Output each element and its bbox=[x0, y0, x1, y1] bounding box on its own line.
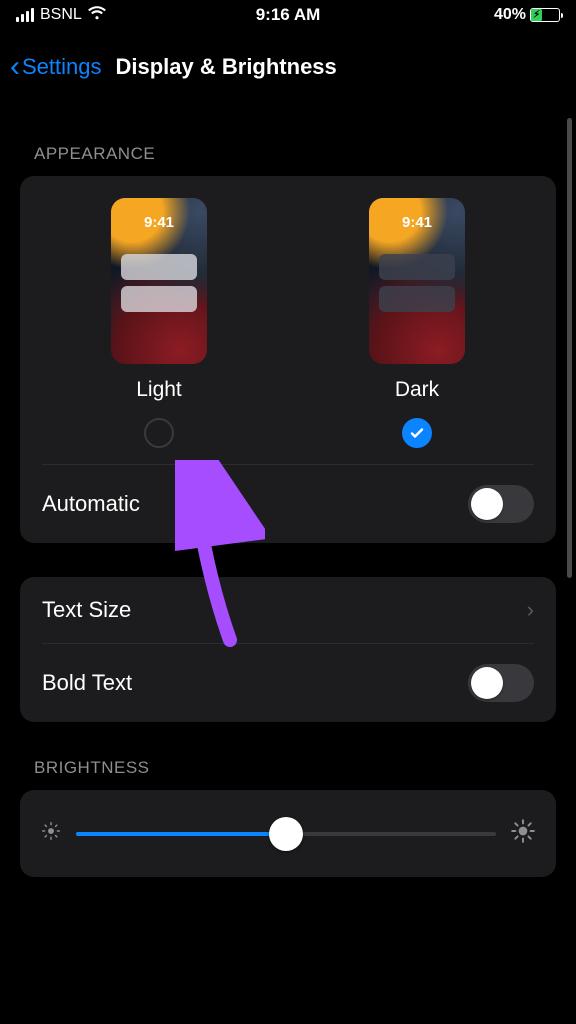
sun-min-icon bbox=[40, 820, 62, 847]
battery-icon: ⚡︎ bbox=[530, 8, 560, 22]
bold-text-row: Bold Text bbox=[20, 644, 556, 722]
bold-text-label: Bold Text bbox=[42, 670, 132, 696]
light-preview: 9:41 bbox=[111, 198, 207, 364]
status-bar: BSNL 9:16 AM 40% ⚡︎ bbox=[0, 0, 576, 30]
appearance-section-label: APPEARANCE bbox=[0, 96, 576, 176]
chevron-right-icon: › bbox=[527, 597, 534, 623]
appearance-card: 9:41 Light 9:41 Dark Automatic bbox=[20, 176, 556, 543]
automatic-label: Automatic bbox=[42, 491, 140, 517]
back-button[interactable]: ‹ Settings bbox=[10, 52, 102, 82]
clock: 9:16 AM bbox=[256, 5, 321, 25]
theme-option-dark[interactable]: 9:41 Dark bbox=[288, 198, 546, 448]
brightness-slider[interactable] bbox=[76, 832, 496, 836]
checkmark-icon bbox=[409, 425, 425, 441]
brightness-section-label: BRIGHTNESS bbox=[0, 722, 576, 790]
text-size-row[interactable]: Text Size › bbox=[20, 577, 556, 643]
bold-text-toggle[interactable] bbox=[468, 664, 534, 702]
chevron-left-icon: ‹ bbox=[10, 52, 20, 82]
automatic-toggle[interactable] bbox=[468, 485, 534, 523]
sun-max-icon bbox=[510, 818, 536, 849]
dark-label: Dark bbox=[395, 378, 439, 402]
dark-radio[interactable] bbox=[402, 418, 432, 448]
scroll-indicator bbox=[567, 118, 572, 578]
brightness-thumb[interactable] bbox=[269, 817, 303, 851]
dark-preview: 9:41 bbox=[369, 198, 465, 364]
nav-header: ‹ Settings Display & Brightness bbox=[0, 30, 576, 96]
brightness-fill bbox=[76, 832, 286, 836]
carrier-label: BSNL bbox=[40, 6, 82, 24]
cellular-signal-icon bbox=[16, 8, 34, 22]
theme-option-light[interactable]: 9:41 Light bbox=[30, 198, 288, 448]
battery-percent: 40% bbox=[494, 6, 526, 24]
back-label: Settings bbox=[22, 54, 102, 80]
brightness-card bbox=[20, 790, 556, 877]
text-size-label: Text Size bbox=[42, 597, 131, 623]
text-card: Text Size › Bold Text bbox=[20, 577, 556, 722]
automatic-row: Automatic bbox=[20, 465, 556, 543]
light-radio[interactable] bbox=[144, 418, 174, 448]
light-label: Light bbox=[136, 378, 182, 402]
page-title: Display & Brightness bbox=[116, 54, 337, 80]
wifi-icon bbox=[88, 6, 106, 25]
